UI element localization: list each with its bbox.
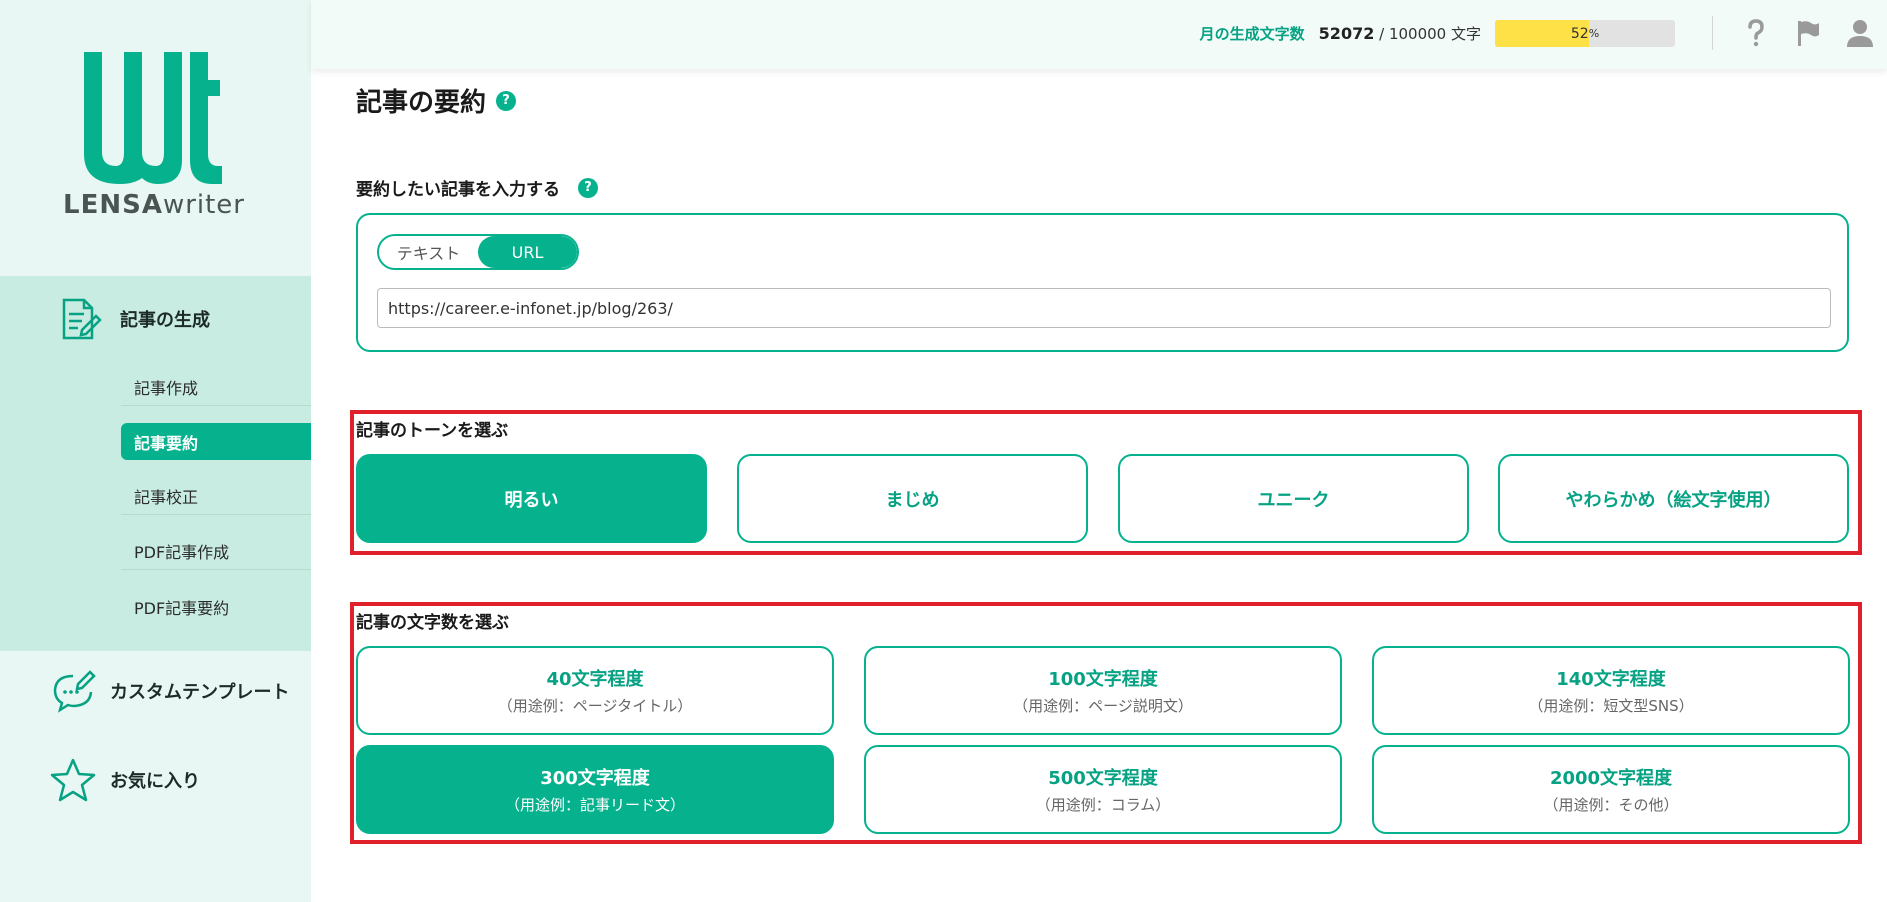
length-section-label: 記事の文字数を選ぶ — [356, 613, 509, 633]
length-option-label: 40文字程度 — [546, 669, 644, 690]
sidebar-item-article-proofread[interactable]: 記事校正 — [121, 478, 311, 515]
chat-edit-icon — [53, 670, 96, 713]
tone-option-unique[interactable]: ユニーク — [1118, 454, 1469, 543]
nav-group-article-generation: 記事の生成 記事作成 記事要約 記事校正 PDF記事作成 PDF記事要約 — [0, 276, 311, 651]
length-option-40[interactable]: 40文字程度 （用途例：ページタイトル） — [356, 646, 834, 735]
page-title-text: 記事の要約 — [356, 88, 487, 118]
help-icon[interactable] — [1741, 18, 1771, 48]
logo-mark-icon — [84, 52, 222, 184]
favorites-label: お気に入り — [110, 771, 200, 792]
toggle-url-option[interactable]: URL — [478, 236, 577, 268]
usage-label: 月の生成文字数 — [1199, 25, 1305, 43]
sidebar: LENSAwriter 記事の生成 記事作成 記事要約 記事校正 PDF記事作成… — [0, 0, 311, 902]
tone-option-soft-emoji[interactable]: やわらかめ（絵文字使用） — [1498, 454, 1849, 543]
tone-option-serious[interactable]: まじめ — [737, 454, 1088, 543]
logo[interactable]: LENSAwriter — [62, 50, 246, 230]
nav-head-label: 記事の生成 — [120, 310, 210, 331]
length-option-example: （用途例：ページタイトル） — [497, 697, 693, 715]
length-option-500[interactable]: 500文字程度 （用途例：コラム） — [864, 745, 1342, 834]
sidebar-item-pdf-article-summary[interactable]: PDF記事要約 — [121, 588, 311, 625]
document-edit-icon — [62, 298, 102, 340]
length-option-label: 2000文字程度 — [1549, 768, 1673, 789]
length-option-2000[interactable]: 2000文字程度 （用途例：その他） — [1372, 745, 1850, 834]
flag-icon[interactable] — [1793, 18, 1823, 48]
input-help-icon[interactable]: ? — [578, 177, 598, 198]
top-bar-divider — [1712, 16, 1713, 50]
sidebar-item-article-summary[interactable]: 記事要約 — [121, 423, 311, 460]
length-option-140[interactable]: 140文字程度 （用途例：短文型SNS） — [1372, 646, 1850, 735]
logo-text: LENSAwriter — [63, 190, 245, 220]
sidebar-item-pdf-article-create[interactable]: PDF記事作成 — [121, 533, 311, 570]
usage-progress-text: 52% — [1570, 25, 1600, 42]
tone-section-label: 記事のトーンを選ぶ — [356, 421, 509, 441]
length-option-300[interactable]: 300文字程度 （用途例：記事リード文） — [356, 745, 834, 834]
sidebar-item-favorites[interactable]: お気に入り — [50, 757, 200, 803]
length-option-example: （用途例：記事リード文） — [504, 796, 685, 814]
custom-template-label: カスタムテンプレート — [110, 682, 290, 703]
title-help-icon[interactable]: ? — [496, 90, 517, 111]
length-option-100[interactable]: 100文字程度 （用途例：ページ説明文） — [864, 646, 1342, 735]
page-title: 記事の要約 ? — [356, 82, 517, 119]
url-input[interactable] — [377, 288, 1831, 328]
length-option-example: （用途例：ページ説明文） — [1013, 697, 1193, 715]
user-icon[interactable] — [1845, 18, 1875, 48]
usage-count: 52072 / 100000 文字 — [1318, 24, 1481, 43]
input-label-text: 要約したい記事を入力する — [356, 180, 560, 200]
length-option-label: 500文字程度 — [1048, 768, 1158, 789]
length-option-example: （用途例：短文型SNS） — [1528, 697, 1694, 715]
nav-head-article-generation[interactable]: 記事の生成 — [54, 294, 210, 344]
input-mode-toggle[interactable]: テキスト URL — [377, 234, 579, 270]
article-input-card: テキスト URL — [356, 213, 1849, 352]
tone-option-bright[interactable]: 明るい — [356, 454, 707, 543]
toggle-text-option[interactable]: テキスト — [379, 236, 478, 268]
top-bar: 月の生成文字数 52072 / 100000 文字 52% — [311, 0, 1887, 69]
length-option-example: （用途例：コラム） — [1035, 796, 1171, 814]
star-icon — [50, 758, 96, 802]
length-option-label: 100文字程度 — [1048, 669, 1158, 690]
length-option-label: 140文字程度 — [1556, 669, 1666, 690]
sidebar-item-custom-template[interactable]: カスタムテンプレート — [50, 668, 289, 714]
usage-meter: 月の生成文字数 52072 / 100000 文字 52% — [1200, 20, 1675, 47]
usage-progress-bar: 52% — [1495, 20, 1675, 47]
input-section-label: 要約したい記事を入力する ? — [356, 175, 598, 200]
length-option-example: （用途例：その他） — [1543, 796, 1679, 814]
length-option-label: 300文字程度 — [540, 768, 650, 789]
sidebar-item-article-create[interactable]: 記事作成 — [121, 369, 311, 406]
